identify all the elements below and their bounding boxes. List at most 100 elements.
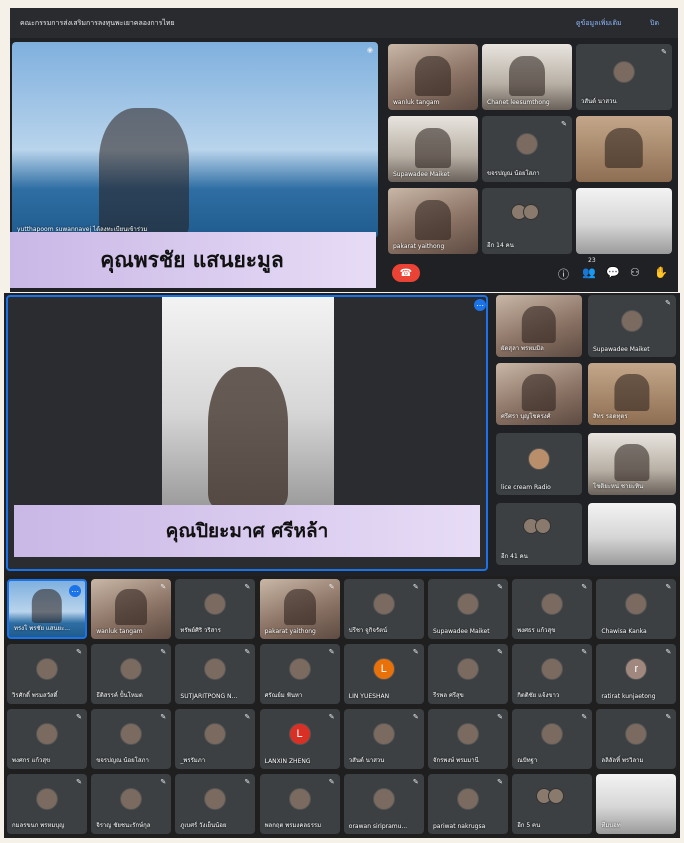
participant-tile[interactable]: Supawadee Maiket xyxy=(388,116,478,182)
participant-tile[interactable]: ✎ pakarat yaithong xyxy=(259,579,340,639)
participant-tile[interactable]: r ✎ ratirat kunjaetong xyxy=(596,644,677,704)
participant-name: pakarat yaithong xyxy=(264,628,316,635)
letter-avatar: L xyxy=(372,658,395,681)
more-participants-tile[interactable]: อีก 41 คน xyxy=(496,503,582,565)
mic-off-icon: ✎ xyxy=(665,648,672,656)
middle-meeting-window: ⋯ คุณปิยะมาศ ศรีหล้า ผัดสุลา พรหมมิล ✎ Su… xyxy=(4,293,680,576)
participant-name: ขจรปญณ น้อยโสภา xyxy=(487,170,540,177)
participant-name: จิราญ ชัยชนะรักษ์กุล xyxy=(96,822,151,829)
participant-tile[interactable]: ✎ ทรัพย์ศิริ วริสาร xyxy=(175,579,256,639)
participant-tile[interactable]: ✎ Chawisa Kanka xyxy=(596,579,677,639)
mic-off-icon: ✎ xyxy=(76,713,82,721)
participant-tile[interactable]: L ✎ LANXIN ZHENG xyxy=(259,709,340,769)
participant-name: ขจรปญณ น้อยโสภา xyxy=(96,757,149,764)
participant-name: LANXIN ZHENG xyxy=(264,758,311,765)
participant-tile[interactable]: lice cream Radio xyxy=(496,433,582,495)
participant-tile[interactable]: ✎ _พรรัมภา xyxy=(175,709,256,769)
participant-tile[interactable]: ✎ วสันต์ นาสวน xyxy=(343,709,424,769)
participant-tile[interactable]: pakarat yaithong xyxy=(388,188,478,254)
participant-name: _พรรัมภา xyxy=(180,757,206,764)
participant-tile[interactable]: ✎ Supawadee Maiket xyxy=(428,579,508,639)
avatar xyxy=(288,788,311,811)
avatar xyxy=(372,723,395,746)
speaker-video xyxy=(162,297,334,507)
participant-tile[interactable]: ✎ ภูเบศร์ วังเย็นน้อย xyxy=(175,774,256,834)
activities-icon[interactable]: ⚇ xyxy=(630,266,640,279)
main-speaker-tile[interactable]: yutthapoom suwannavej ได้ลงทะเบียนเข้าร่… xyxy=(12,42,378,238)
participant-tile[interactable]: ✎ จิราญ ชัยชนะรักษ์กุล xyxy=(91,774,172,834)
hangup-button[interactable]: ☎ xyxy=(392,264,420,282)
participant-tile[interactable]: ✎ pariwat nakrugsa xyxy=(428,774,508,834)
info-icon[interactable]: ⓘ xyxy=(558,266,569,282)
more-options-icon[interactable]: ⋯ xyxy=(69,585,81,597)
participant-tile[interactable]: ✎ จักรพงษ์ พรมมานี xyxy=(428,709,508,769)
people-icon[interactable]: 👥 xyxy=(582,266,596,279)
participant-name: Supawadee Maiket xyxy=(393,171,450,178)
avatar xyxy=(120,723,143,746)
participant-name: กมลรขนก พรหมบุญ xyxy=(12,822,65,829)
avatar xyxy=(36,788,58,811)
participant-name: ศรัณย์ม ฟันหา xyxy=(264,692,303,699)
mic-off-icon: ✎ xyxy=(412,583,419,591)
mic-off-icon: ✎ xyxy=(581,648,588,656)
mic-off-icon: ✎ xyxy=(244,583,251,591)
avatar-stack xyxy=(536,788,565,808)
participant-tile[interactable] xyxy=(576,188,672,254)
participant-tile[interactable]: ✎ พลกฤต พรมงคลธรรม xyxy=(259,774,340,834)
mic-off-icon: ✎ xyxy=(244,713,251,721)
participant-tile[interactable] xyxy=(576,116,672,182)
mic-off-icon: ✎ xyxy=(160,583,167,591)
participant-tile[interactable]: ✎ กมลรขนก พรหมบุญ xyxy=(7,774,87,834)
avatar xyxy=(36,723,58,746)
participant-tile[interactable]: Chanet leesumthong xyxy=(482,44,572,110)
participant-tile[interactable]: ✎ ลลิลัลทิ์ พรวิลาม xyxy=(596,709,677,769)
mic-off-icon: ✎ xyxy=(328,648,335,656)
details-link[interactable]: ดูข้อมูลเพิ่มเติม xyxy=(576,18,622,29)
participant-tile[interactable]: โชติยะหน่ ชายะทิน xyxy=(588,433,676,495)
participant-tile[interactable]: ✎ วิรศักดิ์ พรมสวัสดิ์ xyxy=(7,644,87,704)
participant-name: ธีติสรรค์ ปั้นโหมด xyxy=(96,692,143,699)
participant-tile[interactable]: ✎ ขจรปญณ น้อยโสภา xyxy=(482,116,572,182)
avatar xyxy=(625,723,648,746)
participant-tile[interactable]: ศรีศรา บุญโชครงศ์ xyxy=(496,363,582,425)
participant-name: Supawadee Maiket xyxy=(593,346,650,353)
participant-tile[interactable]: ✎⋯ทรงโ พรชัย แสนยะ... xyxy=(7,579,87,639)
participant-name: ณปัทฐา xyxy=(517,757,538,764)
participant-tile[interactable]: ✎ พงศกร แก้วสุข xyxy=(7,709,87,769)
participant-tile[interactable]: ✎ พงศธร แก้วสุข xyxy=(512,579,593,639)
participant-tile[interactable]: ✎ orawan siripramu... xyxy=(343,774,424,834)
avatar-stack xyxy=(523,517,551,538)
participant-tile[interactable]: ✎ ณปัทฐา xyxy=(512,709,593,769)
more-options-icon[interactable]: ⋯ xyxy=(474,299,486,311)
more-participants-label: อีก 5 คน xyxy=(517,822,541,829)
participant-name: ทรัพย์ศิริ วริสาร xyxy=(180,627,221,634)
participant-tile[interactable]: ✎ Supawadee Maiket xyxy=(588,295,676,357)
participant-tile[interactable]: ✎ ขจรปญณ น้อยโสภา xyxy=(91,709,172,769)
participant-tile[interactable]: ✎ ศรัณย์ม ฟันหา xyxy=(259,644,340,704)
chat-icon[interactable]: 💬 xyxy=(606,266,620,279)
participant-tile[interactable]: ✎ SUTJARITPONG N... xyxy=(175,644,256,704)
participant-tile[interactable]: wanluk tangam xyxy=(388,44,478,110)
raise-hand-icon[interactable]: ✋ xyxy=(654,266,668,279)
participant-tile[interactable]: L ✎ LIN YUESHAN xyxy=(343,644,424,704)
participant-tile[interactable]: ผัดสุลา พรหมมิล xyxy=(496,295,582,357)
participant-tile[interactable]: ✎ กิตติชัย แจ้งขาว xyxy=(512,644,593,704)
participant-tile[interactable]: ✎ wanluk tangam xyxy=(91,579,172,639)
participant-tile[interactable]: ✎ ทีมบอท xyxy=(596,774,677,834)
participant-tile[interactable]: ✎ วสันต์ นาสวน xyxy=(576,44,672,110)
participant-tile[interactable]: ✎ ธีติสรรค์ ปั้นโหมด xyxy=(91,644,172,704)
more-participants-tile[interactable]: อีก 14 คน xyxy=(482,188,572,254)
participant-name: ทรงโ พรชัย แสนยะ... xyxy=(14,625,71,632)
avatar-stack xyxy=(511,204,539,224)
mic-off-icon: ✎ xyxy=(412,713,419,721)
participant-tile[interactable] xyxy=(588,503,676,565)
avatar xyxy=(372,593,395,616)
more-participants-tile[interactable]: อีก 5 คน xyxy=(512,774,593,834)
mic-off-icon: ✎ xyxy=(244,778,251,786)
participant-name: วสันต์ นาสวน xyxy=(348,757,385,764)
participant-tile[interactable]: ✎ ปรีชา จูกิจรัตน์ xyxy=(343,579,424,639)
participant-tile[interactable]: สิทร รอดทุตร xyxy=(588,363,676,425)
participant-tile[interactable]: ✎ รีรพล ศรีสุข xyxy=(428,644,508,704)
dismiss-link[interactable]: ปิด xyxy=(650,18,659,29)
participant-name: Chawisa Kanka xyxy=(601,628,647,635)
